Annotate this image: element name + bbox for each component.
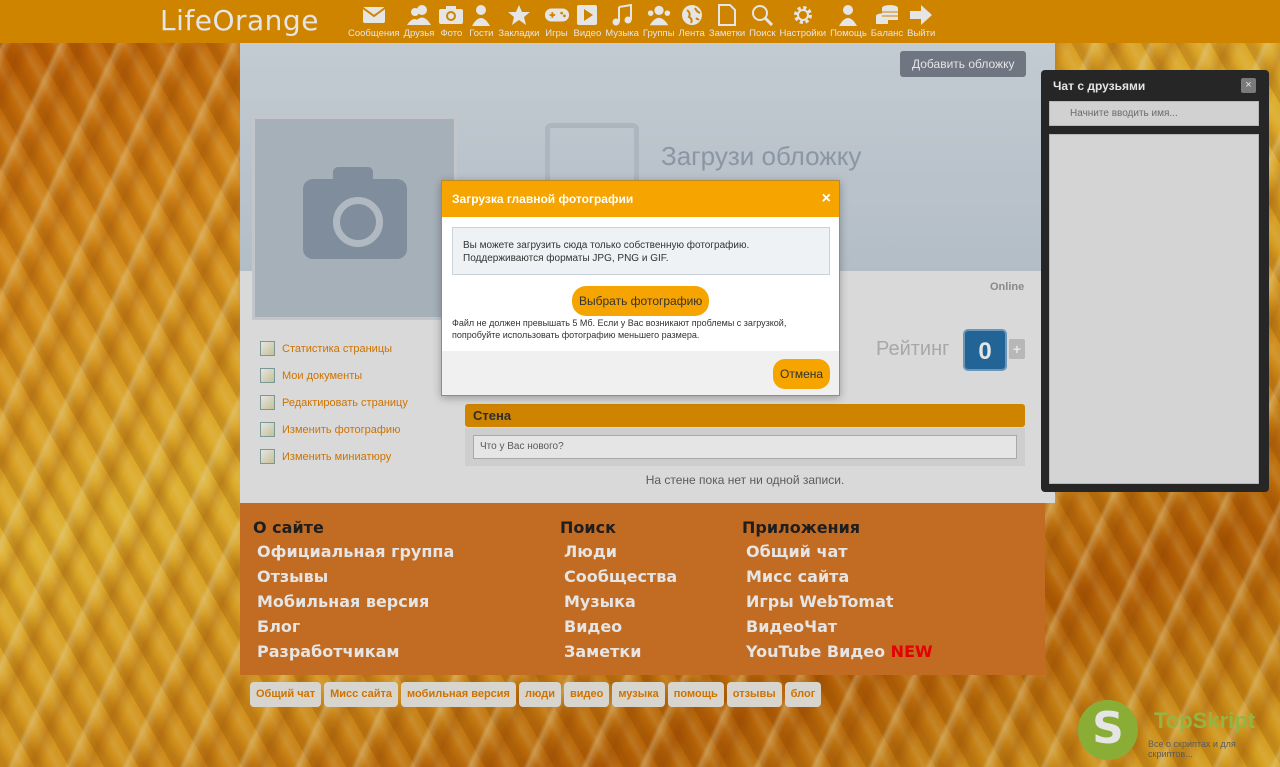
dialog-title: Загрузка главной фотографии (452, 192, 634, 206)
cancel-button[interactable]: Отмена (773, 359, 831, 389)
upload-photo-dialog: Загрузка главной фотографии × Вы можете … (441, 180, 840, 396)
dialog-info-box: Вы можете загрузить сюда только собствен… (452, 227, 830, 275)
dialog-note: Файл не должен превышать 5 Мб. Если у Ва… (452, 318, 787, 340)
choose-photo-button[interactable]: Выбрать фотографию (572, 286, 710, 316)
dialog-header: Загрузка главной фотографии × (442, 181, 839, 217)
info-line: Поддерживаются форматы JPG, PNG и GIF. (463, 253, 669, 264)
close-icon[interactable]: × (822, 181, 831, 217)
dialog-body: Вы можете загрузить сюда только собствен… (442, 217, 839, 351)
info-line: Вы можете загрузить сюда только собствен… (463, 240, 750, 251)
